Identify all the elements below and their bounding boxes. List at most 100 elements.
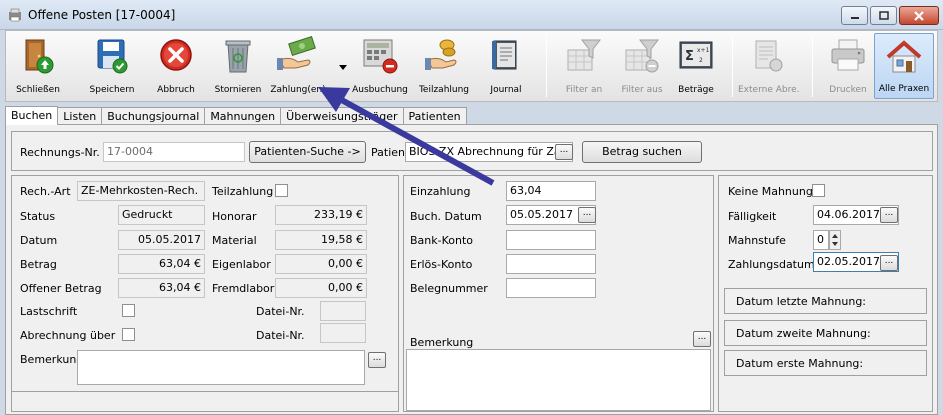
ausbuchung-label: Ausbuchung (352, 85, 408, 95)
datei-nr-field-1 (320, 301, 366, 321)
mahnstufe-spinner[interactable] (829, 230, 841, 250)
status-field: Gedruckt (118, 205, 205, 225)
teilzahlung-label: Teilzahlung (212, 185, 274, 198)
bemerkung-textarea-middle[interactable] (406, 349, 711, 411)
drucken-label: Drucken (829, 85, 867, 95)
externe-abrechnung-label: Externe Abre. (738, 85, 800, 95)
keine-mahnung-checkbox[interactable] (812, 184, 825, 197)
speichern-label: Speichern (89, 85, 135, 95)
journal-label: Journal (490, 85, 522, 95)
trash-bin-icon (225, 40, 251, 73)
externe-abrechnung-button[interactable]: Externe Abre. (738, 33, 800, 99)
bemerkung-textarea-left[interactable] (77, 350, 365, 385)
belegnummer-label: Belegnummer (410, 282, 488, 295)
speichern-button[interactable]: Speichern (82, 33, 142, 99)
rechnungs-nr-label: Rechnungs-Nr. (20, 146, 100, 159)
faelligkeit-picker-button[interactable]: ... (880, 207, 898, 223)
tab-buchen[interactable]: Buchen (5, 106, 59, 125)
abbruch-button[interactable]: Abbruch (146, 33, 206, 99)
bank-konto-input[interactable] (506, 230, 596, 250)
erloes-konto-input[interactable] (506, 254, 596, 274)
erste-mahnung-box: Datum erste Mahnung: (724, 350, 927, 376)
stornieren-button[interactable]: Stornieren (208, 33, 268, 99)
zahlungen-button[interactable]: Zahlung(en) (268, 33, 328, 99)
tab-content-buchen: Rechnungs-Nr. 17-0004 Patienten-Suche ->… (5, 124, 938, 415)
eigenlabor-field: 0,00 € (275, 254, 367, 274)
close-window-button[interactable] (899, 6, 939, 25)
belegnummer-input[interactable] (506, 278, 596, 298)
betrag-suchen-button[interactable]: Betrag suchen (582, 141, 702, 163)
einzahlung-input[interactable]: 63,04 (506, 181, 596, 201)
schliessen-button[interactable]: Schließen (8, 33, 68, 99)
betrag-label: Betrag (20, 258, 57, 271)
zahlungsdatum-picker-button[interactable]: ... (880, 255, 898, 271)
zahlungen-label: Zahlung(en) (270, 85, 326, 95)
close-icon (914, 10, 924, 21)
bemerkung-left-ellipsis-button[interactable]: ... (368, 352, 386, 368)
bemerkung-middle-ellipsis-button[interactable]: ... (693, 331, 711, 347)
betraege-button[interactable]: Σ x+1 2 Beträge (666, 33, 726, 99)
ausbuchung-button[interactable]: Ausbuchung (350, 33, 410, 99)
zahlungsdatum-label: Zahlungsdatum (728, 258, 815, 271)
einzahlung-label: Einzahlung (410, 185, 471, 198)
erste-mahnung-label: Datum erste Mahnung: (736, 357, 864, 370)
betrag-field: 63,04 € (118, 254, 205, 274)
bank-konto-label: Bank-Konto (410, 234, 474, 247)
sum-formula-icon: Σ x+1 2 (679, 41, 713, 69)
calculator-stop-icon (363, 39, 398, 74)
tab-ueberweisungstraeger[interactable]: Überweisungsträger (280, 107, 404, 125)
fremdlabor-label: Fremdlabor (212, 282, 275, 295)
patient-label: Patient (371, 146, 410, 159)
svg-text:2: 2 (699, 57, 703, 64)
buch-datum-label: Buch. Datum (410, 210, 482, 223)
material-label: Material (212, 234, 257, 247)
window-title: Offene Posten [17-0004] (28, 8, 176, 22)
journal-book-icon (492, 40, 517, 70)
buch-datum-picker-button[interactable]: ... (578, 207, 596, 223)
datum-label: Datum (20, 234, 58, 247)
teilzahlung-checkbox[interactable] (275, 184, 288, 197)
filter-aus-button[interactable]: Filter aus (612, 33, 672, 99)
teilzahlung-button[interactable]: Teilzahlung (414, 33, 474, 99)
spin-up-icon[interactable] (832, 234, 838, 238)
external-document-icon (755, 40, 783, 72)
house-icon (886, 40, 922, 73)
minimize-button[interactable] (841, 6, 868, 25)
maximize-button[interactable] (870, 6, 897, 25)
tab-mahnungen[interactable]: Mahnungen (204, 107, 282, 125)
datei-nr-label-2: Datei-Nr. (256, 329, 305, 342)
window-titlebar: Offene Posten [17-0004] (0, 0, 943, 30)
svg-text:Σ: Σ (685, 49, 694, 64)
stornieren-label: Stornieren (214, 85, 262, 95)
filter-an-button[interactable]: Filter an (554, 33, 614, 99)
door-exit-icon (25, 39, 54, 74)
abrechnung-ueber-checkbox[interactable] (122, 328, 135, 341)
datum-field: 05.05.2017 (118, 230, 205, 250)
journal-button[interactable]: Journal (476, 33, 536, 99)
bemerkung-label-middle: Bemerkung (410, 336, 474, 349)
drucken-button[interactable]: Drucken (818, 33, 878, 99)
rechnungs-nr-field[interactable]: 17-0004 (103, 142, 245, 162)
alle-praxen-button[interactable]: Alle Praxen (874, 33, 934, 99)
honorar-label: Honorar (212, 210, 257, 223)
printer-icon (831, 39, 865, 71)
abrechnung-ueber-label: Abrechnung über (20, 329, 116, 342)
zahlungen-dropdown-arrow-icon[interactable] (339, 65, 347, 70)
abbruch-label: Abbruch (157, 85, 195, 95)
betraege-label: Beträge (678, 85, 714, 95)
minimize-icon (850, 16, 859, 19)
spin-down-icon[interactable] (832, 242, 838, 246)
toolbar: Schließen Speichern Abbruch Stornieren Z… (5, 30, 938, 102)
patient-lookup-button[interactable]: ... (555, 144, 573, 160)
material-field: 19,58 € (275, 230, 367, 250)
tab-listen[interactable]: Listen (57, 107, 103, 125)
tab-patienten[interactable]: Patienten (402, 107, 467, 125)
patient-field[interactable]: BIOS ZX Abrechnung für Za (405, 142, 573, 162)
mahnstufe-input[interactable]: 0 (813, 230, 829, 250)
patienten-suche-button[interactable]: Patienten-Suche -> (249, 141, 366, 163)
lastschrift-checkbox[interactable] (122, 304, 135, 317)
letzte-mahnung-box: Datum letzte Mahnung: (724, 288, 927, 314)
filter-aus-label: Filter aus (621, 85, 663, 95)
zweite-mahnung-label: Datum zweite Mahnung: (736, 327, 871, 340)
tab-buchungsjournal[interactable]: Buchungsjournal (101, 107, 206, 125)
